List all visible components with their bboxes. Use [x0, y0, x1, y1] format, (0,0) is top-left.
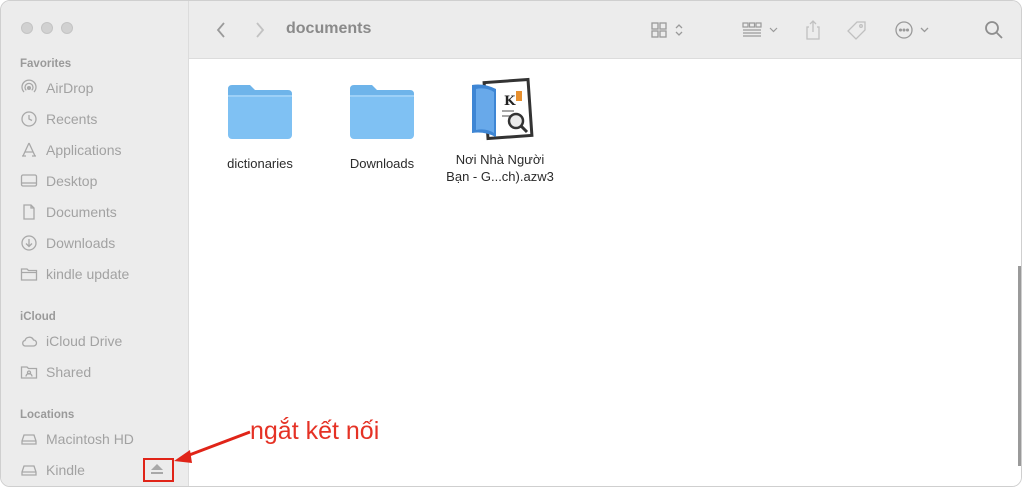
- forward-button[interactable]: [250, 17, 270, 43]
- folder-icon: [350, 85, 414, 139]
- window-edge-shadow: [1018, 266, 1021, 466]
- file-name-line2: Bạn - G...ch).azw3: [446, 169, 554, 184]
- search-icon: [985, 21, 1003, 39]
- window-controls: [21, 22, 73, 34]
- download-icon: [21, 235, 37, 251]
- sidebar-item-shared[interactable]: Shared: [20, 361, 185, 383]
- sidebar-item-desktop[interactable]: Desktop: [20, 170, 185, 192]
- kindle-book-icon: K: [472, 77, 534, 141]
- sidebar-item-label: Shared: [46, 364, 92, 380]
- document-icon: [23, 204, 35, 220]
- tag-icon: [847, 21, 866, 40]
- chevron-left-icon: [216, 22, 225, 38]
- eject-icon[interactable]: [150, 463, 164, 475]
- group-button[interactable]: [740, 17, 784, 43]
- chevron-right-icon: [256, 22, 265, 38]
- file-item-downloads[interactable]: Downloads: [322, 81, 442, 172]
- shared-folder-icon: [20, 366, 38, 379]
- sidebar-item-label: Kindle: [46, 462, 85, 478]
- file-item-kindle-book[interactable]: K Nơi Nhà Người Bạn - G...ch).azw3: [440, 75, 560, 185]
- sidebar-item-kindle-update[interactable]: kindle update: [20, 263, 185, 285]
- window-title: documents: [286, 20, 372, 37]
- disk-icon: [21, 465, 37, 476]
- sidebar-item-icloud-drive[interactable]: iCloud Drive: [20, 330, 185, 352]
- sidebar-item-downloads[interactable]: Downloads: [20, 232, 185, 254]
- finder-window: Favorites AirDrop Recents Applications D…: [0, 0, 1022, 487]
- group-icon: [742, 22, 778, 37]
- applications-icon: [22, 142, 36, 157]
- cloud-icon: [22, 336, 38, 347]
- sidebar-item-label: AirDrop: [46, 80, 94, 96]
- zoom-window-button[interactable]: [61, 22, 73, 34]
- file-item-dictionaries[interactable]: dictionaries: [200, 81, 320, 172]
- desktop-icon: [20, 174, 38, 187]
- file-name: dictionaries: [227, 156, 293, 171]
- svg-text:K: K: [504, 94, 516, 109]
- annotation-label: ngắt kết nối: [250, 417, 380, 445]
- section-title-favorites: Favorites: [20, 58, 72, 70]
- sidebar-item-label: Applications: [46, 142, 122, 158]
- tags-button[interactable]: [845, 17, 869, 43]
- sidebar-item-macintosh-hd[interactable]: Macintosh HD: [20, 428, 185, 450]
- sidebar-item-applications[interactable]: Applications: [20, 139, 185, 161]
- back-button[interactable]: [211, 17, 231, 43]
- file-name-line1: Nơi Nhà Người: [455, 152, 545, 167]
- folder-icon: [20, 268, 38, 281]
- file-name: Downloads: [349, 156, 415, 171]
- section-title-locations: Locations: [20, 409, 75, 421]
- grid-view-icon: [651, 22, 683, 38]
- sidebar-item-label: Recents: [46, 111, 98, 127]
- sidebar-item-airdrop[interactable]: AirDrop: [20, 77, 185, 99]
- annotation-arrow: [174, 430, 251, 463]
- ellipsis-circle-icon: [895, 21, 929, 39]
- section-title-icloud: iCloud: [20, 311, 56, 323]
- disk-icon: [21, 434, 37, 445]
- sidebar-item-label: kindle update: [46, 266, 130, 282]
- close-window-button[interactable]: [21, 22, 33, 34]
- share-icon: [806, 20, 820, 40]
- search-button[interactable]: [982, 17, 1006, 43]
- sidebar: Favorites AirDrop Recents Applications D…: [1, 1, 189, 486]
- more-actions-button[interactable]: [892, 17, 936, 43]
- folder-icon: [228, 85, 292, 139]
- sidebar-item-label: Desktop: [46, 173, 98, 189]
- sidebar-item-recents[interactable]: Recents: [20, 108, 185, 130]
- clock-icon: [21, 111, 37, 127]
- toolbar: documents: [189, 1, 1021, 59]
- view-mode-button[interactable]: [650, 17, 692, 43]
- share-button[interactable]: [802, 17, 824, 43]
- sidebar-item-label: Macintosh HD: [46, 431, 134, 447]
- file-name: Nơi Nhà Người Bạn - G...ch).azw3: [446, 151, 554, 185]
- sidebar-item-label: Documents: [46, 204, 117, 220]
- sidebar-item-label: iCloud Drive: [46, 333, 123, 349]
- sidebar-item-label: Downloads: [46, 235, 116, 251]
- airdrop-icon: [21, 79, 37, 93]
- sidebar-item-documents[interactable]: Documents: [20, 201, 185, 223]
- minimize-window-button[interactable]: [41, 22, 53, 34]
